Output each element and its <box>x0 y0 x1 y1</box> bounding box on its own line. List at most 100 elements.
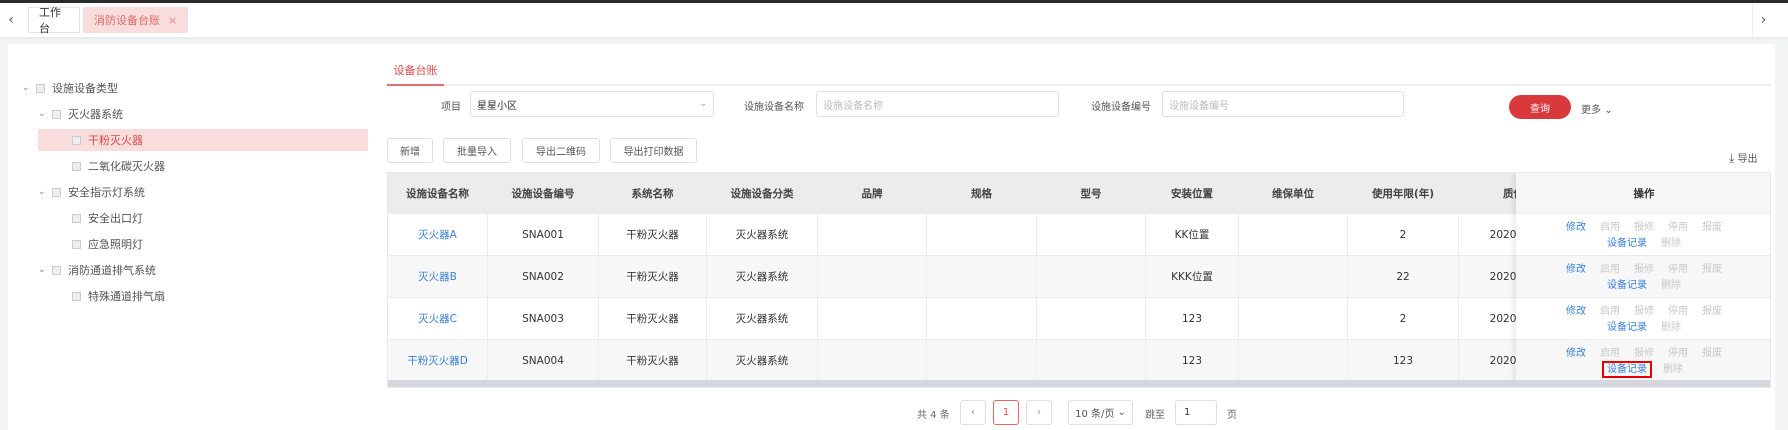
table-cell: 2 <box>1348 214 1459 256</box>
edit-link[interactable]: 修改 <box>1566 222 1586 233</box>
tree-node[interactable]: 安全出口灯 <box>38 207 368 229</box>
table-cell <box>818 340 927 382</box>
tree-node[interactable]: ⌄ 安全指示灯系统 <box>22 181 368 203</box>
scrap-link[interactable]: 报废 <box>1702 264 1722 275</box>
equipment-record-link[interactable]: 设备记录 <box>1607 238 1647 249</box>
folder-icon <box>52 187 61 197</box>
tabs-scroll-left-button[interactable]: ‹ <box>0 3 22 37</box>
table-cell <box>818 256 927 298</box>
equipment-record-link[interactable]: 设备记录 <box>1602 361 1652 378</box>
equipment-name-link[interactable]: 灭火器B <box>388 256 488 298</box>
export-label: 导出 <box>1737 154 1758 165</box>
add-button[interactable]: 新增 <box>387 138 433 163</box>
tree-node[interactable]: 二氧化碳灭火器 <box>38 155 368 177</box>
project-select[interactable]: 星星小区 ⌄ <box>470 91 714 117</box>
enable-link[interactable]: 启用 <box>1600 348 1620 359</box>
operations-cell: 修改 启用 报修 停用 报废设备记录 删除 <box>1516 298 1770 340</box>
table-cell <box>927 214 1037 256</box>
code-input[interactable]: 设施设备编号 <box>1162 91 1404 117</box>
disable-link[interactable]: 停用 <box>1668 348 1688 359</box>
chevron-down-icon[interactable]: ⌄ <box>38 109 52 119</box>
tree-node[interactable]: 干粉灭火器 <box>38 129 368 151</box>
enable-link[interactable]: 启用 <box>1600 222 1620 233</box>
tab-equipment-ledger[interactable]: 设备台账 <box>387 62 444 86</box>
table-cell: 123 <box>1146 340 1239 382</box>
equipment-name-link[interactable]: 灭火器C <box>388 298 488 340</box>
table-cell <box>1037 340 1146 382</box>
tab-fire-equipment-ledger[interactable]: 消防设备台账 × <box>83 7 189 33</box>
equipment-name-link[interactable]: 干粉灭火器D <box>388 340 488 382</box>
table-header-row: 设施设备名称 设施设备编号 系统名称 设施设备分类 品牌 规格 型号 安装位置 维保单位 使用年限… <box>388 173 1569 215</box>
goto-page-input[interactable]: 1 <box>1175 400 1217 425</box>
tree-node[interactable]: 应急照明灯 <box>38 233 368 255</box>
tabs-scroll-right-button[interactable]: › <box>1752 3 1774 37</box>
batch-import-button[interactable]: 批量导入 <box>443 138 511 163</box>
export-qr-button[interactable]: 导出二维码 <box>522 138 600 163</box>
tree-node[interactable]: ⌄ 灭火器系统 <box>22 103 368 125</box>
chevron-down-icon[interactable]: ⌄ <box>38 187 52 197</box>
export-button[interactable]: ⤓ 导出 <box>1729 150 1758 166</box>
download-icon: ⤓ <box>1729 151 1735 165</box>
export-qr-label: 导出二维码 <box>536 147 586 158</box>
folder-icon <box>52 265 61 275</box>
table-cell: 灭火器系统 <box>707 214 818 256</box>
chevron-down-icon[interactable]: ⌄ <box>22 83 36 93</box>
repair-link[interactable]: 报修 <box>1634 348 1654 359</box>
delete-link[interactable]: 删除 <box>1661 238 1681 249</box>
table-row: 灭火器B SNA002 干粉灭火器 灭火器系统 KKK位置 22 2020-09- <box>388 256 1569 298</box>
equipment-record-link[interactable]: 设备记录 <box>1607 280 1647 291</box>
disable-link[interactable]: 停用 <box>1668 222 1688 233</box>
edit-link[interactable]: 修改 <box>1566 306 1586 317</box>
disable-link[interactable]: 停用 <box>1668 306 1688 317</box>
tree-node[interactable]: ⌄ 设施设备类型 <box>22 77 368 99</box>
disable-link[interactable]: 停用 <box>1668 264 1688 275</box>
tree-node[interactable]: ⌄ 消防通道排气系统 <box>22 259 368 281</box>
table-cell: KK位置 <box>1146 214 1239 256</box>
enable-link[interactable]: 启用 <box>1600 306 1620 317</box>
code-label: 设施设备编号 <box>1091 102 1151 113</box>
column-header: 安装位置 <box>1146 173 1239 214</box>
page-1-button[interactable]: 1 <box>993 400 1019 425</box>
column-header: 设施设备分类 <box>707 173 818 214</box>
next-page-button[interactable]: › <box>1026 400 1052 425</box>
scrap-link[interactable]: 报废 <box>1702 306 1722 317</box>
folder-icon <box>72 239 81 249</box>
operations-header: 操作 <box>1516 173 1770 214</box>
edit-link[interactable]: 修改 <box>1566 264 1586 275</box>
operations-cell: 修改 启用 报修 停用 报废设备记录 删除 <box>1516 256 1770 298</box>
equipment-record-link[interactable]: 设备记录 <box>1607 322 1647 333</box>
scrap-link[interactable]: 报废 <box>1702 222 1722 233</box>
delete-link[interactable]: 删除 <box>1663 364 1683 375</box>
add-label: 新增 <box>400 147 420 158</box>
name-input[interactable]: 设施设备名称 <box>816 91 1059 117</box>
prev-page-button[interactable]: ‹ <box>960 400 986 425</box>
delete-link[interactable]: 删除 <box>1661 322 1681 333</box>
tab-workbench[interactable]: 工作台 <box>28 6 80 35</box>
scrap-link[interactable]: 报废 <box>1702 348 1722 359</box>
table-row: 灭火器C SNA003 干粉灭火器 灭火器系统 123 2 2020-09- <box>388 298 1569 340</box>
operations-cell: 修改 启用 报修 停用 报废设备记录 删除 <box>1516 340 1770 382</box>
more-button[interactable]: 更多 ⌄ <box>1581 101 1613 116</box>
repair-link[interactable]: 报修 <box>1634 222 1654 233</box>
delete-link[interactable]: 删除 <box>1661 280 1681 291</box>
edit-link[interactable]: 修改 <box>1566 348 1586 359</box>
repair-link[interactable]: 报修 <box>1634 264 1654 275</box>
enable-link[interactable]: 启用 <box>1600 264 1620 275</box>
table-cell <box>927 340 1037 382</box>
chevron-down-icon: ⌄ <box>1604 105 1613 116</box>
equipment-name-link[interactable]: 灭火器A <box>388 214 488 256</box>
repair-link[interactable]: 报修 <box>1634 306 1654 317</box>
name-placeholder: 设施设备名称 <box>823 100 883 112</box>
page-size-select[interactable]: 10 条/页 ⌄ <box>1068 400 1133 425</box>
column-header: 系统名称 <box>599 173 707 214</box>
tree-node[interactable]: 特殊通道排气扇 <box>38 285 368 307</box>
tree-node-label: 灭火器系统 <box>68 108 123 121</box>
export-print-button[interactable]: 导出打印数据 <box>610 138 697 163</box>
close-icon[interactable]: × <box>168 14 177 27</box>
table-cell: 灭火器系统 <box>707 340 818 382</box>
table-cell: 2 <box>1348 298 1459 340</box>
horizontal-scrollbar[interactable] <box>388 380 1770 387</box>
chevron-down-icon[interactable]: ⌄ <box>38 265 52 275</box>
query-button[interactable]: 查询 <box>1509 95 1571 119</box>
table-cell: 22 <box>1348 256 1459 298</box>
